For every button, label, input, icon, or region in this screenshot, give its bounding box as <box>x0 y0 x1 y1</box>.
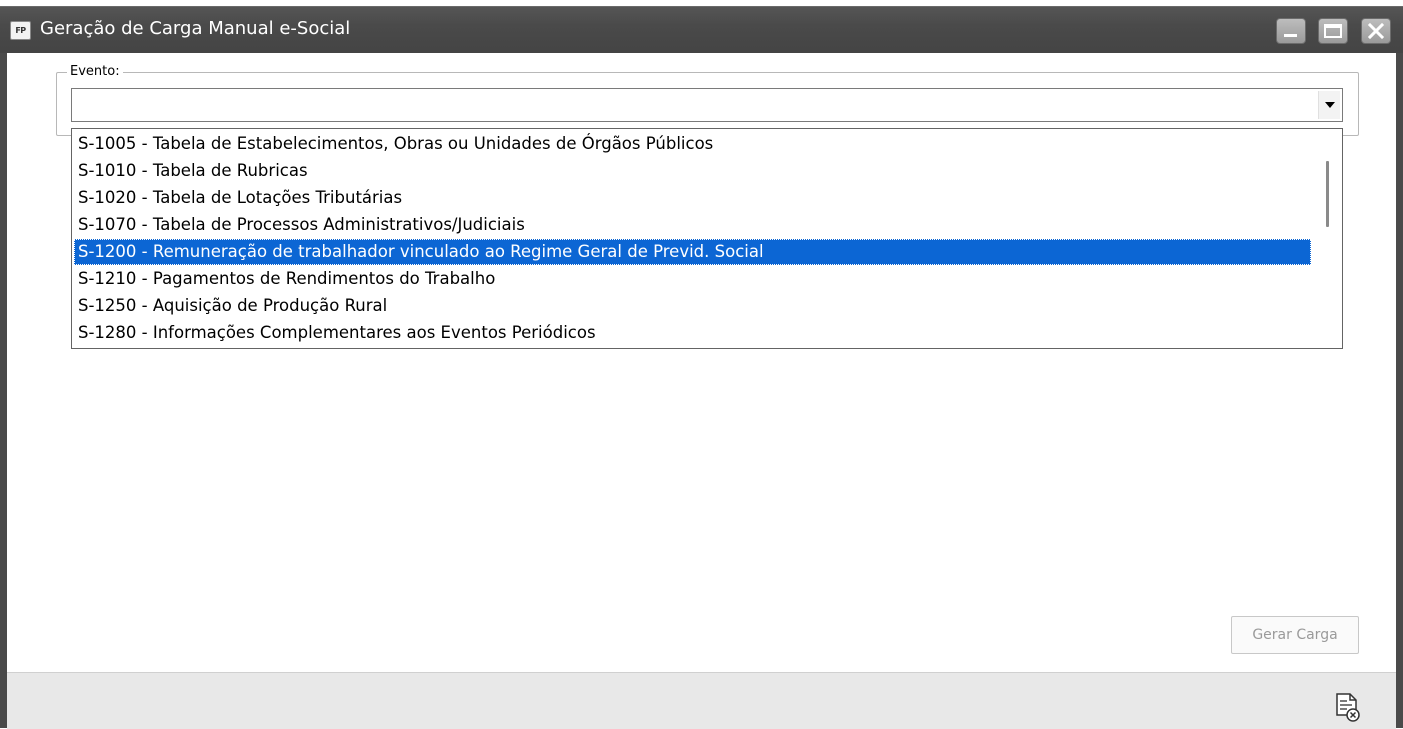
minimize-icon <box>1284 34 1297 37</box>
close-button[interactable] <box>1361 18 1391 44</box>
chevron-down-icon <box>1325 102 1335 108</box>
footer-bar <box>7 672 1396 729</box>
maximize-icon <box>1324 24 1342 38</box>
dropdown-item-s1020[interactable]: S-1020 - Tabela de Lotações Tributárias <box>74 185 1311 211</box>
evento-dropdown-list[interactable]: S-1005 - Tabela de Estabelecimentos, Obr… <box>71 128 1343 349</box>
evento-dropdown-button[interactable] <box>1318 91 1340 119</box>
scrollbar-thumb[interactable] <box>1326 161 1329 227</box>
dropdown-item-s1005[interactable]: S-1005 - Tabela de Estabelecimentos, Obr… <box>74 131 1311 157</box>
dropdown-item-s1070[interactable]: S-1070 - Tabela de Processos Administrat… <box>74 212 1311 238</box>
dropdown-item-s1250[interactable]: S-1250 - Aquisição de Produção Rural <box>74 293 1311 319</box>
document-close-icon[interactable] <box>1335 693 1361 723</box>
window-title: Geração de Carga Manual e-Social <box>40 18 351 39</box>
dropdown-item-s1210[interactable]: S-1210 - Pagamentos de Rendimentos do Tr… <box>74 266 1311 292</box>
maximize-button[interactable] <box>1318 18 1348 44</box>
app-logo-icon: FP <box>10 21 31 40</box>
dropdown-item-s1010[interactable]: S-1010 - Tabela de Rubricas <box>74 158 1311 184</box>
dropdown-scrollbar[interactable] <box>1314 129 1342 348</box>
close-icon <box>1367 22 1385 40</box>
gerar-carga-button[interactable]: Gerar Carga <box>1231 616 1359 654</box>
dropdown-item-s1280[interactable]: S-1280 - Informações Complementares aos … <box>74 320 1311 346</box>
minimize-button[interactable] <box>1276 18 1306 44</box>
title-bar[interactable]: FP Geração de Carga Manual e-Social <box>0 6 1403 53</box>
main-window: FP Geração de Carga Manual e-Social Even… <box>0 6 1403 729</box>
evento-combobox[interactable] <box>71 88 1343 122</box>
evento-label: Evento: <box>67 64 123 79</box>
dropdown-item-s1200[interactable]: S-1200 - Remuneração de trabalhador vinc… <box>74 239 1311 265</box>
